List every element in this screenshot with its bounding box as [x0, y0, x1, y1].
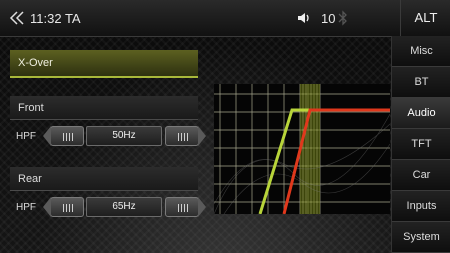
sidebar-item-bt[interactable]: BT [392, 67, 450, 98]
rear-decrease-button[interactable] [43, 197, 84, 217]
front-header: Front [10, 96, 198, 120]
crossover-graph [214, 84, 390, 214]
sidebar-item-tft[interactable]: TFT [392, 129, 450, 160]
grip-icon [178, 133, 188, 141]
sidebar-item-inputs[interactable]: Inputs [392, 191, 450, 222]
front-hpf-row: HPF 50Hz [10, 124, 206, 150]
rear-hpf-value: 65Hz [86, 197, 162, 217]
settings-sidebar: Misc BT Audio TFT Car Inputs System [391, 36, 450, 253]
rear-hpf-row: HPF 65Hz [10, 195, 206, 221]
rear-hpf-label: HPF [16, 202, 36, 213]
front-increase-button[interactable] [165, 126, 206, 146]
front-hpf-value: 50Hz [86, 126, 162, 146]
sidebar-item-audio[interactable]: Audio [392, 98, 450, 129]
grip-icon [63, 204, 73, 212]
front-hpf-label: HPF [16, 131, 36, 142]
speaker-icon [298, 13, 309, 23]
rear-increase-button[interactable] [165, 197, 206, 217]
alt-button[interactable]: ALT [400, 0, 450, 36]
clock: 11:32 TA [30, 11, 81, 26]
grip-icon [63, 133, 73, 141]
xover-header: X-Over [10, 50, 198, 78]
front-decrease-button[interactable] [43, 126, 84, 146]
volume-level: 10 [321, 11, 336, 26]
sidebar-item-car[interactable]: Car [392, 160, 450, 191]
audio-xover-screen: 11:32 TA 10 ALT X-Over Front HPF 50Hz Re… [0, 0, 450, 253]
highlight-band [300, 84, 320, 214]
bluetooth-icon [338, 10, 347, 26]
rear-header: Rear [10, 167, 198, 191]
status-bar: 11:32 TA 10 ALT [0, 0, 450, 37]
grip-icon [178, 204, 188, 212]
back-arrow-icon[interactable] [8, 10, 26, 26]
sidebar-item-system[interactable]: System [392, 222, 450, 253]
sidebar-item-misc[interactable]: Misc [392, 36, 450, 67]
